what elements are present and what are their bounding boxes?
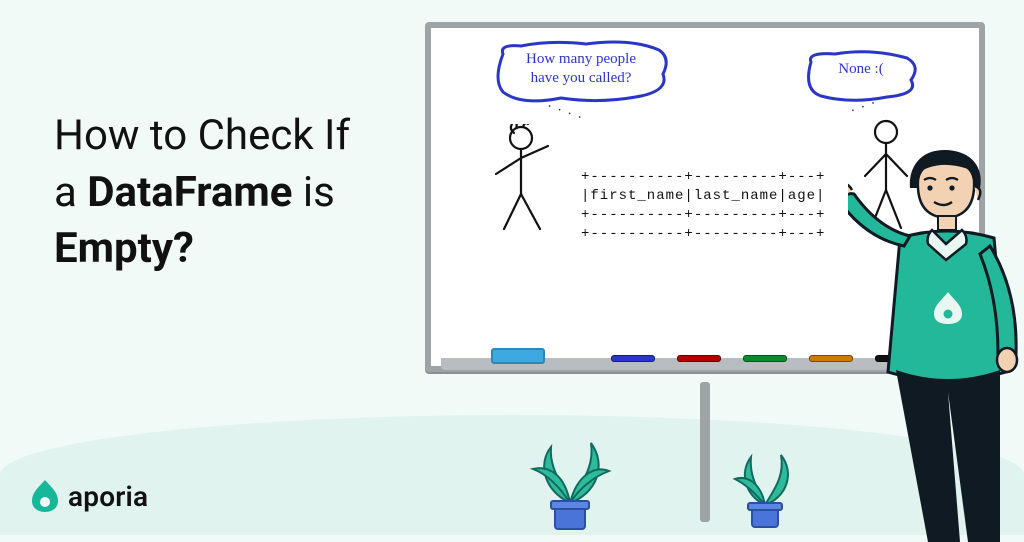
marker-blue: [611, 355, 655, 362]
marker-green: [743, 355, 787, 362]
headline-line3-bold: Empty?: [54, 224, 194, 273]
marker-orange: [809, 355, 853, 362]
speech-bubble-answer: None :(: [801, 50, 921, 102]
headline-line2-prefix: a: [54, 168, 87, 217]
speech-bubble-question-text: How many people have you called?: [491, 40, 671, 98]
marker-red: [677, 355, 721, 362]
whiteboard-eraser: [491, 348, 545, 364]
headline-line1: How to Check If: [54, 111, 350, 160]
aporia-flame-icon: [30, 479, 60, 513]
whiteboard-pole: [700, 382, 710, 522]
plant-left: [515, 425, 625, 535]
brand-name: aporia: [68, 480, 148, 513]
page-title: How to Check If a DataFrame is Empty?: [54, 108, 350, 278]
speech-bubble-question: How many people have you called?: [491, 40, 671, 106]
presenter-illustration: [848, 142, 1024, 542]
plant-right: [715, 435, 815, 535]
headline-line2-bold: DataFrame: [87, 168, 292, 217]
stick-figure-asker: [486, 124, 556, 234]
brand-logo: aporia: [30, 479, 148, 513]
speech-bubble-answer-text: None :(: [801, 50, 921, 89]
dataframe-ascii: +----------+---------+---+ |first_name|l…: [581, 168, 825, 244]
headline-line2-suffix: is: [292, 168, 334, 217]
